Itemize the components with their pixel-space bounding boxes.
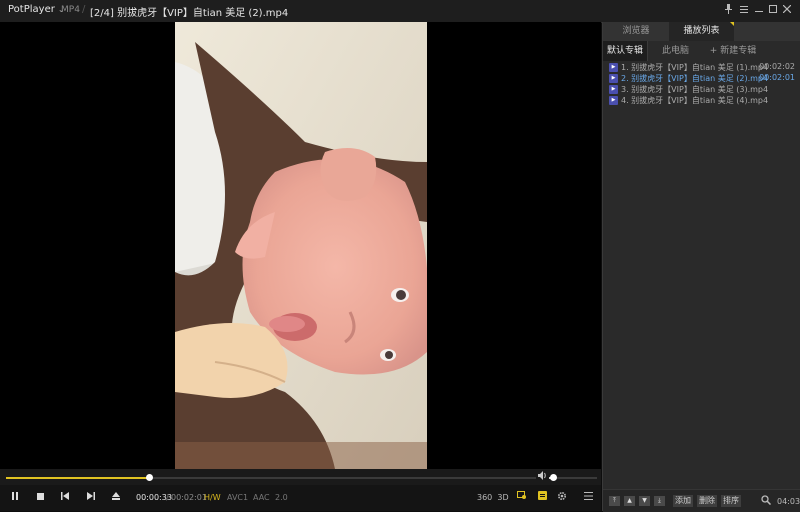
- app-menu-button[interactable]: PotPlayer ⌄: [8, 4, 65, 15]
- title-separator: /: [82, 4, 86, 15]
- playlist-item-name: 1. 别拔虎牙【VIP】自tian 美足 (1).mp4: [621, 63, 769, 72]
- move-up-icon[interactable]: ▲: [624, 496, 635, 506]
- playlist-item-name: 4. 别拔虎牙【VIP】自tian 美足 (4).mp4: [621, 96, 769, 105]
- total-time: 00:02:01: [171, 493, 207, 502]
- menu-icon[interactable]: [737, 4, 751, 18]
- playlist-item-name: 3. 别拔虎牙【VIP】自tian 美足 (3).mp4: [621, 85, 769, 94]
- title-bar: PotPlayer ⌄ MP4 / [2/4] 别拔虎牙【VIP】自tian 美足…: [0, 0, 800, 23]
- delete-button[interactable]: 删除: [697, 495, 717, 507]
- time-separator: /: [166, 493, 169, 502]
- video-file-icon: ▶: [609, 85, 618, 94]
- playlist-item-duration: 00:02:02: [759, 62, 795, 71]
- move-top-icon[interactable]: ⤒: [609, 496, 620, 506]
- vr-360-button[interactable]: 360: [477, 491, 492, 505]
- video-codec-badge[interactable]: AVC1: [227, 493, 248, 502]
- 3d-button[interactable]: 3D: [496, 491, 510, 505]
- minimize-icon[interactable]: [752, 4, 766, 18]
- playlist-item[interactable]: ▶ 3. 别拔虎牙【VIP】自tian 美足 (3).mp4: [603, 84, 800, 95]
- tab-playlist[interactable]: 播放列表: [669, 22, 735, 41]
- format-label: MP4: [61, 5, 80, 15]
- seek-progress: [6, 477, 150, 479]
- tab-playlist-label: 播放列表: [683, 26, 720, 36]
- playlist-item-duration: 00:02:01: [759, 73, 795, 82]
- move-down-icon[interactable]: ▼: [639, 496, 650, 506]
- audio-codec-badge[interactable]: AAC: [253, 493, 270, 502]
- playlist-item[interactable]: ▶ 4. 别拔虎牙【VIP】自tian 美足 (4).mp4: [603, 95, 800, 106]
- playlist-toggle-icon[interactable]: [581, 491, 595, 505]
- capture-icon[interactable]: [515, 491, 529, 505]
- move-bottom-icon[interactable]: ⤓: [654, 496, 665, 506]
- maximize-icon[interactable]: [766, 4, 780, 18]
- playlist-item-name: 2. 别拔虎牙【VIP】自tian 美足 (2).mp4: [621, 74, 769, 83]
- playlist-toolbar: ⤒ ▲ ▼ ⤓ 添加 删除 排序 04:03: [603, 489, 800, 512]
- playlist: ▶ 1. 别拔虎牙【VIP】自tian 美足 (1).mp4 00:02:02 …: [603, 62, 800, 106]
- playlist-panel: 浏览器 播放列表 默认专辑 此电脑 + 新建专辑 ▶ 1. 别拔虎牙【VIP】自…: [602, 22, 800, 512]
- video-file-icon: ▶: [609, 96, 618, 105]
- eject-icon[interactable]: [106, 490, 126, 506]
- audio-channels-badge[interactable]: 2.0: [275, 493, 288, 502]
- seek-bar[interactable]: [6, 474, 536, 481]
- video-image: [175, 22, 427, 469]
- pause-icon[interactable]: [5, 490, 25, 506]
- volume-handle[interactable]: [549, 474, 557, 481]
- volume-slider[interactable]: [549, 474, 597, 481]
- pin-icon[interactable]: [721, 4, 735, 18]
- search-icon[interactable]: [761, 495, 773, 507]
- control-bar: 00:00:33 / 00:02:01 H/W AVC1 AAC 2.0 360…: [0, 485, 601, 511]
- sort-button[interactable]: 排序: [721, 495, 741, 507]
- playlist-item[interactable]: ▶ 1. 别拔虎牙【VIP】自tian 美足 (1).mp4 00:02:02: [603, 62, 800, 73]
- new-album-button[interactable]: + 新建专辑: [703, 41, 763, 61]
- previous-icon[interactable]: [55, 490, 75, 506]
- subtitle-icon[interactable]: [535, 491, 549, 505]
- seek-handle[interactable]: [146, 474, 154, 481]
- close-icon[interactable]: [780, 4, 794, 18]
- add-button[interactable]: 添加: [673, 495, 693, 507]
- playlist-total-time: 04:03: [777, 497, 800, 506]
- video-frame: [175, 22, 427, 469]
- stop-icon[interactable]: [30, 490, 50, 506]
- seek-bar-area: [0, 469, 601, 485]
- video-file-icon: ▶: [609, 63, 618, 72]
- gear-icon[interactable]: [555, 491, 569, 505]
- hw-decode-badge[interactable]: H/W: [204, 493, 221, 502]
- tab-browser[interactable]: 浏览器: [603, 22, 669, 41]
- album-this-pc[interactable]: 此电脑: [648, 41, 703, 61]
- window-title: [2/4] 别拔虎牙【VIP】自tian 美足 (2).mp4: [90, 8, 289, 19]
- video-area[interactable]: [0, 22, 601, 469]
- playlist-item-active[interactable]: ▶ 2. 别拔虎牙【VIP】自tian 美足 (2).mp4 00:02:01: [603, 73, 800, 84]
- speaker-icon[interactable]: [538, 471, 547, 483]
- next-icon[interactable]: [81, 490, 101, 506]
- tab-strip-filler: [734, 22, 800, 41]
- video-file-icon: ▶: [609, 74, 618, 83]
- app-name: PotPlayer: [8, 4, 55, 15]
- album-default[interactable]: 默认专辑: [603, 41, 648, 61]
